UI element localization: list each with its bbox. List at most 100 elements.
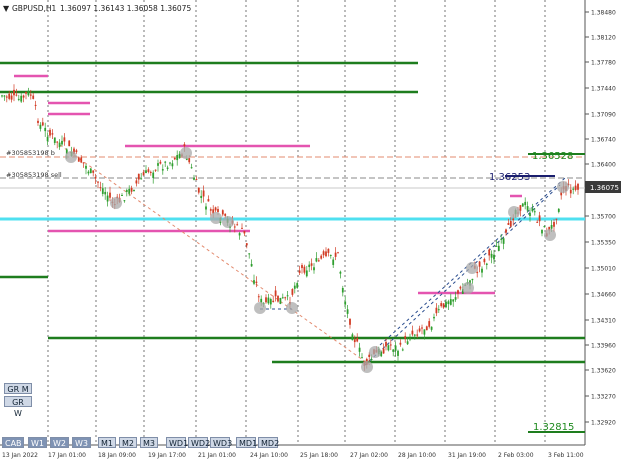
candle-body	[89, 168, 92, 174]
candle-body	[490, 253, 493, 258]
candle-body	[106, 195, 109, 202]
w1-button[interactable]: W1	[28, 437, 47, 448]
time-label: 25 Jan 18:00	[300, 452, 338, 459]
candle-body	[159, 161, 162, 164]
candle-body	[536, 221, 539, 223]
candle-body	[404, 336, 407, 339]
candle-body	[370, 358, 373, 360]
candle-body	[430, 326, 433, 330]
candle-body	[92, 170, 95, 173]
candle-body	[188, 158, 191, 163]
candle-body	[123, 200, 126, 202]
candle-body	[555, 218, 558, 220]
candle-body	[195, 179, 198, 181]
candle-body	[147, 169, 150, 172]
candle-body	[409, 338, 411, 340]
candle-body	[183, 144, 186, 146]
candle-body	[27, 90, 30, 96]
candle-body	[577, 183, 579, 190]
candle-body	[269, 299, 272, 305]
w2-button[interactable]: W2	[50, 437, 69, 448]
price-tick-label: 1.38120	[591, 35, 616, 42]
m3-button[interactable]: M3	[140, 437, 158, 448]
candle-body	[121, 195, 123, 197]
candle-body	[440, 303, 443, 307]
candle-body	[433, 316, 435, 319]
candle-body	[320, 255, 323, 259]
md1-button[interactable]: MD1	[236, 437, 257, 448]
candle-body	[243, 230, 246, 234]
candle-body	[5, 96, 8, 98]
candle-body	[341, 287, 344, 293]
candle-body	[488, 249, 491, 256]
sell-order-label: #305853198 sell	[6, 171, 62, 179]
candle-body	[483, 258, 486, 263]
candle-body	[485, 263, 488, 265]
m1-button[interactable]: M1	[98, 437, 116, 448]
candle-body	[221, 210, 224, 215]
candle-body	[361, 357, 363, 359]
candle-body	[399, 342, 402, 345]
candle-body	[58, 142, 61, 148]
price-tick-label: 1.33960	[591, 343, 616, 350]
candle-body	[406, 341, 409, 345]
wd3-button[interactable]: WD3	[210, 437, 232, 448]
candle-body	[39, 124, 42, 129]
candle-body	[202, 190, 205, 197]
candle-body	[317, 260, 320, 262]
chart-caret-icon[interactable]: ▼	[3, 4, 10, 13]
price-tick-label: 1.35700	[591, 214, 616, 221]
candle-body	[238, 233, 241, 236]
candle-body	[476, 272, 479, 274]
chart-window[interactable]: 1.38480 1.38120 1.37780 1.37440 1.37090 1.367…	[0, 0, 621, 465]
candle-body	[337, 252, 339, 254]
price-tick-label: 1.38480	[591, 10, 616, 17]
time-label: 13 Jan 2022	[2, 452, 38, 459]
candle-body	[236, 224, 239, 226]
m2-button[interactable]: M2	[119, 437, 137, 448]
candle-body	[368, 354, 371, 357]
candle-body	[245, 243, 248, 246]
candle-body	[512, 218, 515, 221]
wd2-button[interactable]: WD2	[188, 437, 210, 448]
swing-marker	[110, 197, 122, 209]
candle-body	[442, 303, 445, 308]
candle-body	[248, 253, 251, 255]
candle-body	[445, 301, 447, 308]
candle-body	[154, 169, 157, 171]
candle-body	[1, 95, 3, 97]
candle-body	[255, 281, 258, 284]
candle-body	[531, 208, 534, 212]
candle-body	[322, 251, 325, 256]
candle-body	[87, 171, 90, 174]
cab-button[interactable]: CAB	[2, 437, 24, 448]
candle-body	[413, 334, 416, 336]
md2-button[interactable]: MD2	[258, 437, 279, 448]
candle-body	[22, 95, 25, 98]
candle-body	[574, 185, 577, 191]
candle-body	[284, 297, 287, 299]
candle-body	[279, 297, 282, 304]
gr-w-button[interactable]: GR W	[4, 396, 32, 418]
candle-body	[193, 177, 195, 180]
candle-body	[10, 95, 13, 100]
candle-body	[329, 254, 332, 256]
gr-m-button[interactable]: GR M	[4, 383, 32, 394]
symbol-label: GBPUSD,H1	[12, 4, 57, 13]
swing-marker	[557, 181, 569, 193]
candle-body	[85, 165, 87, 169]
candle-body	[32, 95, 35, 99]
candle-body	[277, 295, 279, 302]
candle-body	[207, 199, 210, 202]
wd1-button[interactable]: WD1	[166, 437, 188, 448]
candle-body	[529, 213, 531, 216]
candle-body	[327, 248, 330, 253]
candle-body	[389, 344, 392, 346]
candle-body	[349, 318, 351, 325]
candle-body	[214, 207, 217, 211]
candle-body	[505, 229, 507, 233]
candle-body	[145, 170, 147, 174]
candle-body	[44, 127, 47, 132]
w3-button[interactable]: W3	[72, 437, 91, 448]
chart-canvas[interactable]: 1.38480 1.38120 1.37780 1.37440 1.37090 1.367…	[0, 0, 621, 465]
